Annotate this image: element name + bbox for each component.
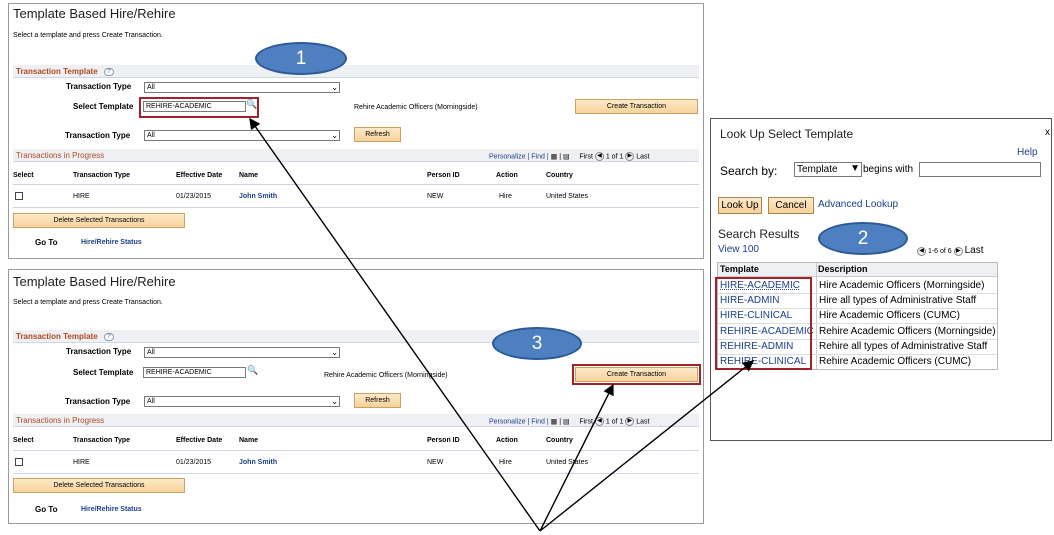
annotation-arrows xyxy=(249,117,755,532)
step-3-bubble: 3 xyxy=(492,327,582,360)
arrow-to-select-template xyxy=(249,117,541,532)
step-1-bubble: 1 xyxy=(255,42,347,75)
step-2-bubble: 2 xyxy=(818,222,908,255)
arrow-to-template-list xyxy=(539,360,755,532)
arrow-to-create-transaction xyxy=(539,383,614,532)
